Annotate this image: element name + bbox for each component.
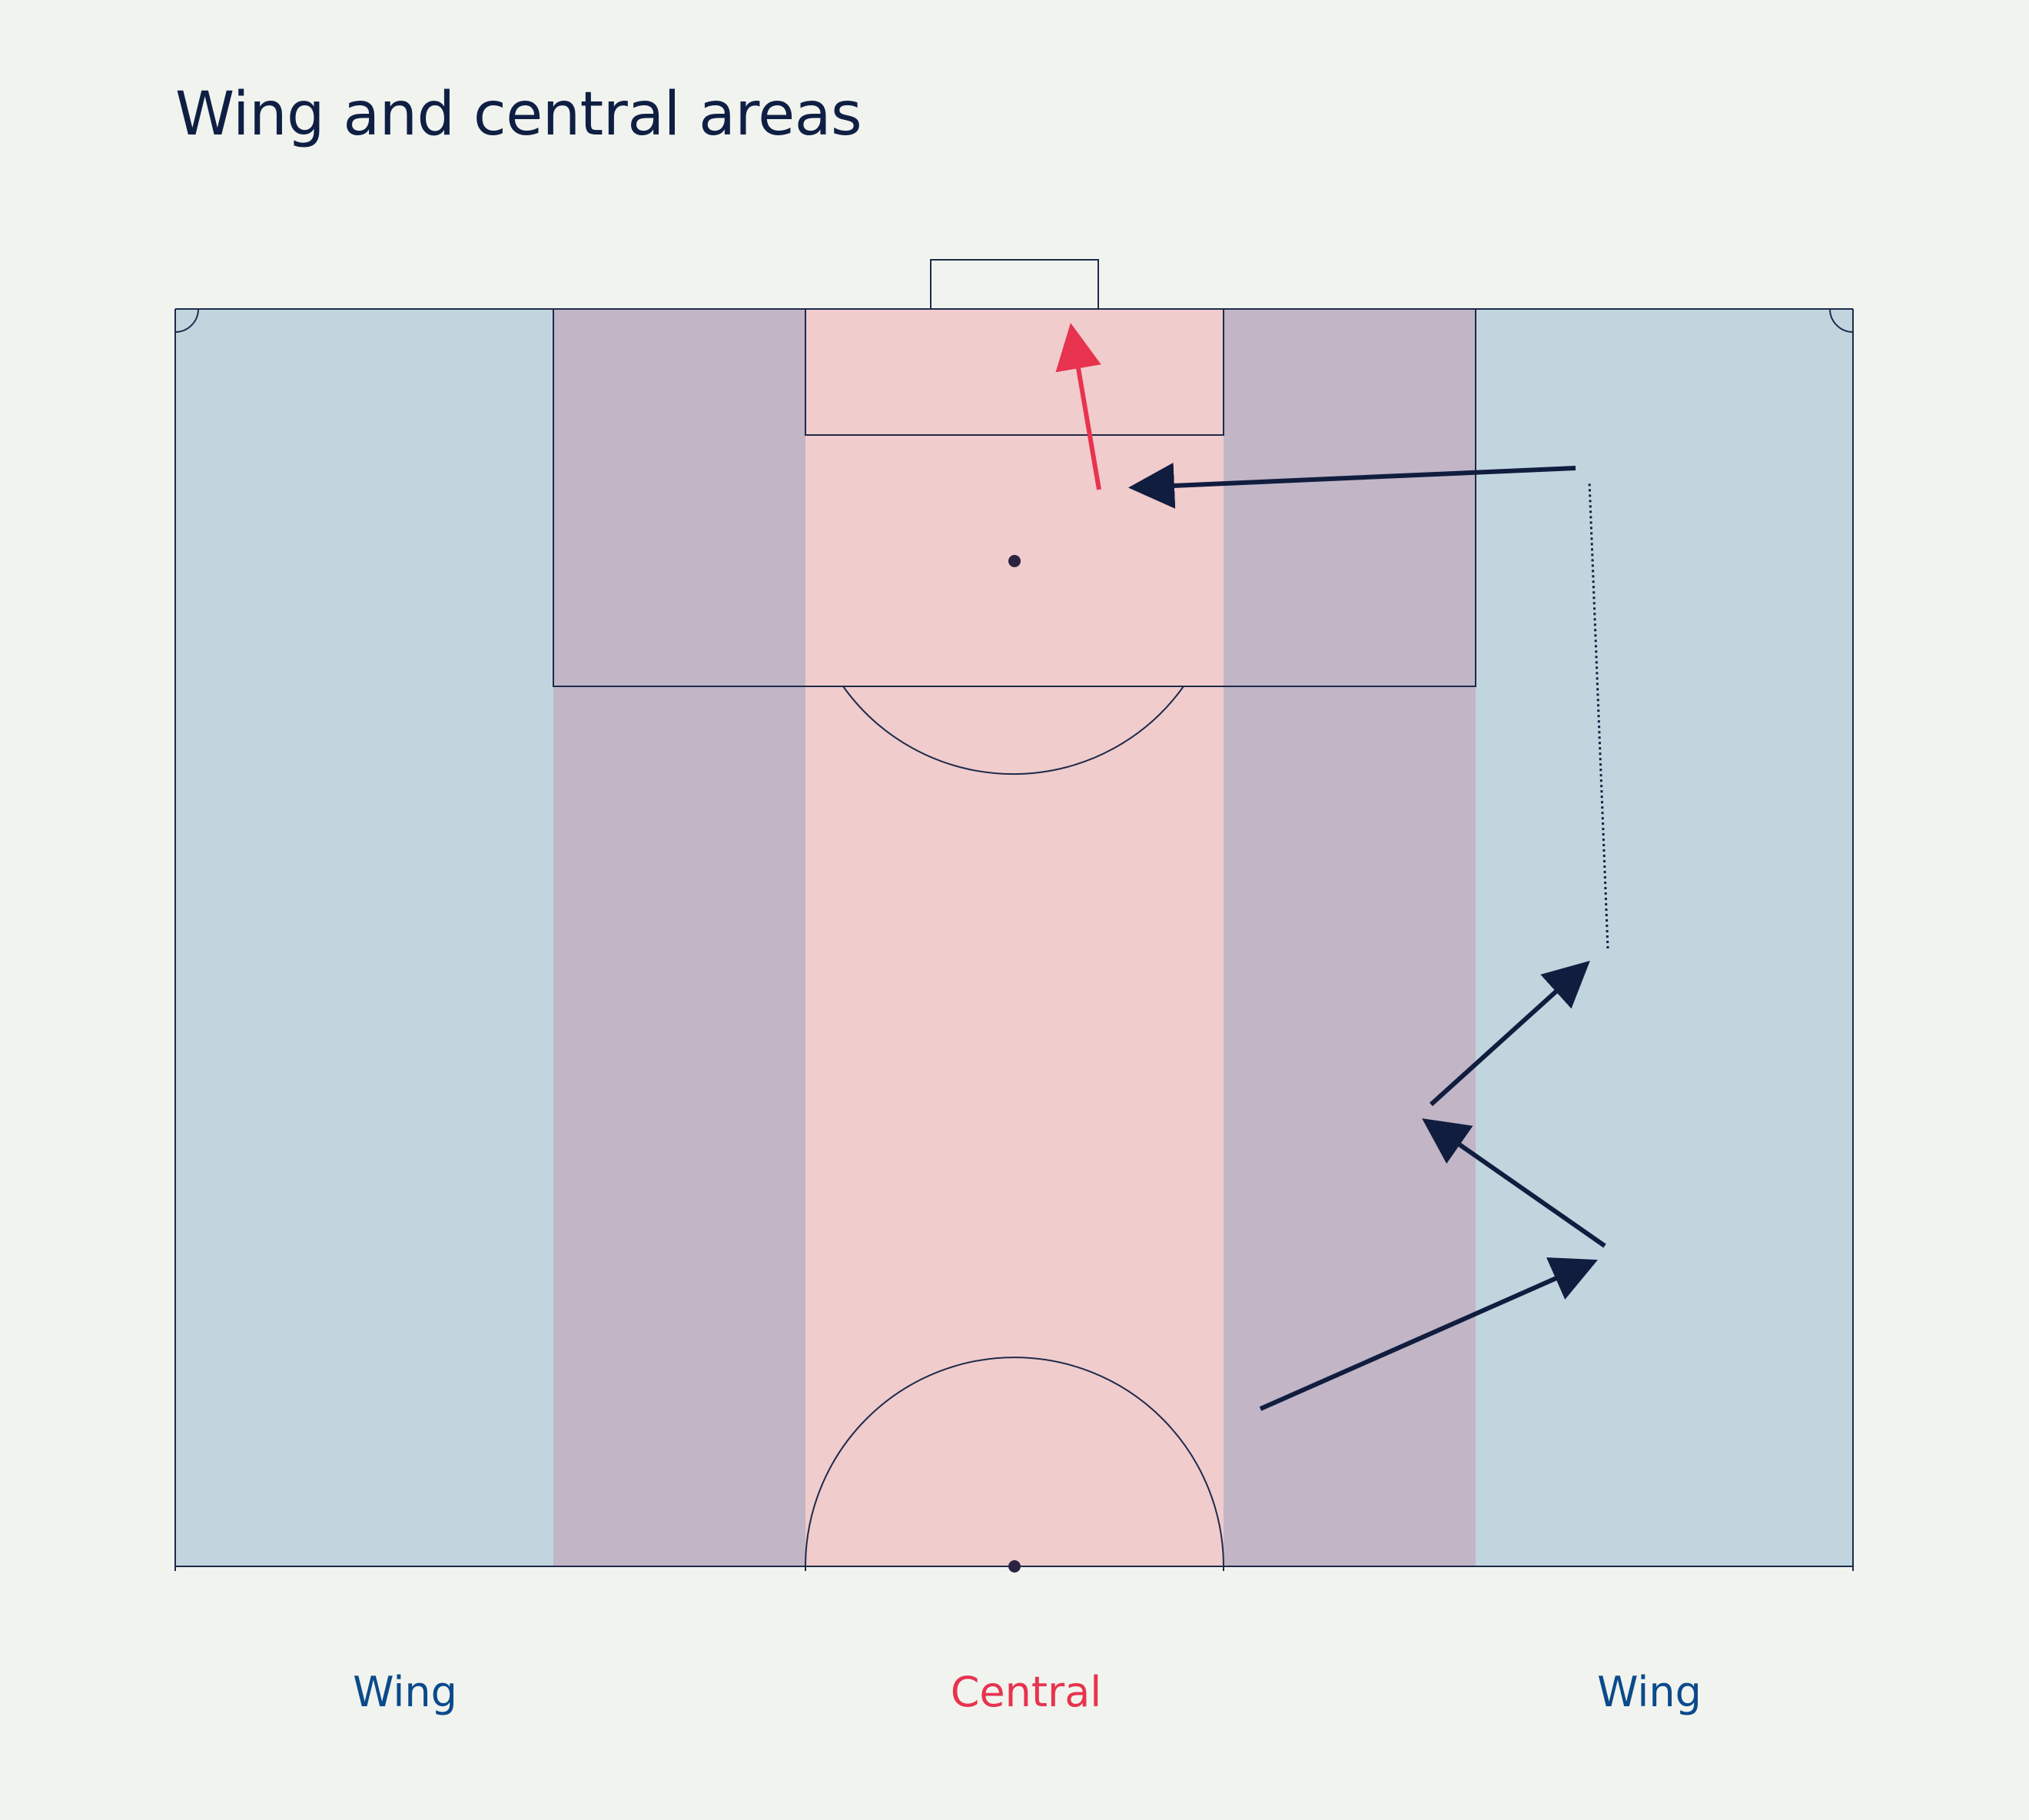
- zone-label-central: Central: [950, 1668, 1102, 1716]
- zone-wing-right: [1476, 309, 1853, 1566]
- zone-half-space-left: [553, 309, 805, 1566]
- centre-spot: [1008, 1560, 1021, 1573]
- zone-half-space-right: [1224, 309, 1476, 1566]
- zone-label-wing-left: Wing: [353, 1668, 457, 1716]
- zone-central: [805, 309, 1224, 1566]
- zone-wing-left: [175, 309, 553, 1566]
- pitch-diagram: [174, 259, 1854, 1573]
- zone-label-wing-right: Wing: [1597, 1668, 1702, 1716]
- penalty-spot: [1008, 555, 1021, 567]
- goal: [930, 259, 1099, 310]
